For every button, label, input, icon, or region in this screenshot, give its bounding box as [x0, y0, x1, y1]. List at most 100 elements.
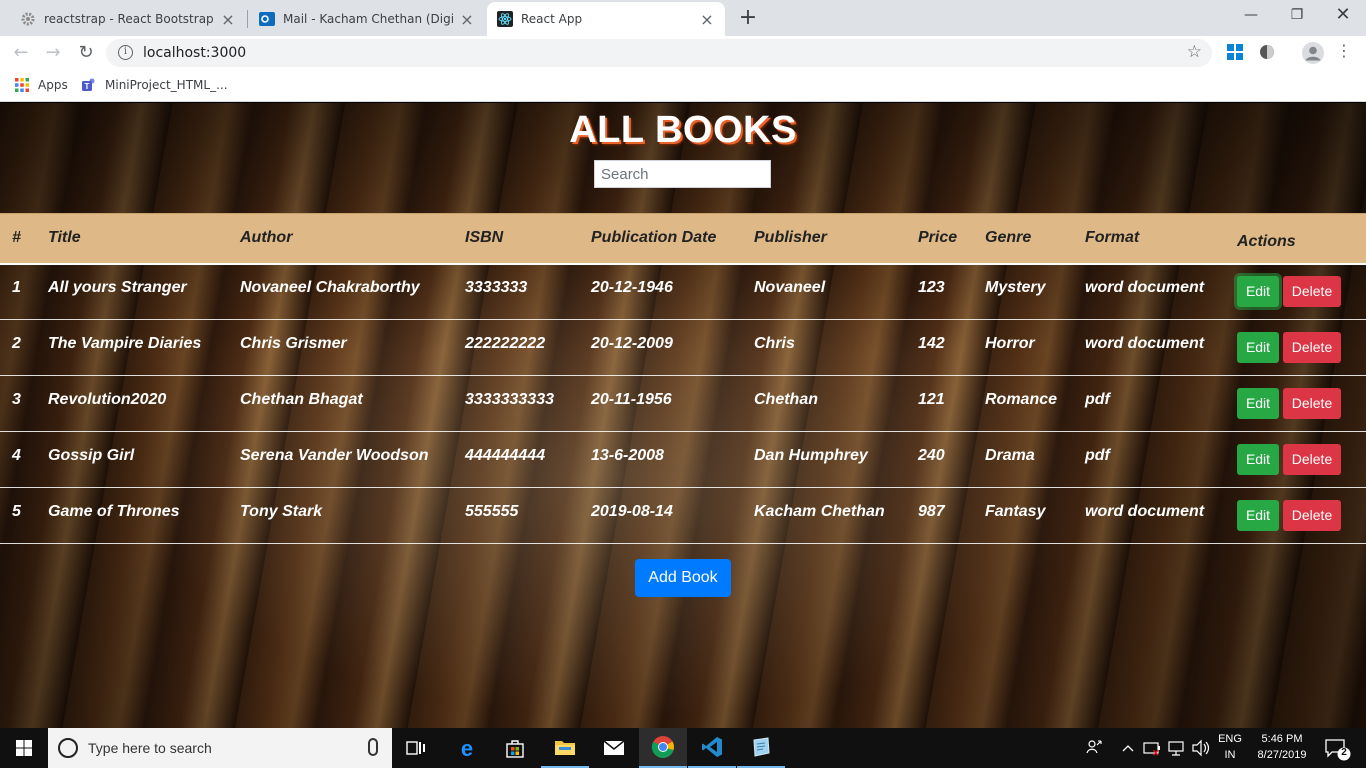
clock-date[interactable]: 8/27/2019: [1250, 749, 1314, 761]
extension-circle-icon[interactable]: [1258, 43, 1276, 61]
delete-button[interactable]: Delete: [1283, 444, 1341, 475]
column-header-actions: Actions: [1237, 213, 1366, 265]
chrome-icon[interactable]: [639, 728, 687, 768]
delete-button[interactable]: Delete: [1283, 332, 1341, 363]
chevron-up-icon[interactable]: [1120, 728, 1136, 768]
cell-number: 5: [12, 502, 21, 520]
bookmark-star-icon[interactable]: ☆: [1187, 42, 1202, 62]
vscode-icon[interactable]: [688, 728, 736, 768]
cell-price: 987: [918, 502, 945, 520]
close-icon[interactable]: ×: [459, 10, 475, 29]
column-header-title: Title: [48, 213, 240, 265]
start-button[interactable]: [0, 728, 48, 768]
notification-count-badge: 2: [1341, 747, 1347, 758]
cell-publisher: Novaneel: [754, 278, 826, 296]
cell-author: Novaneel Chakraborthy: [240, 278, 420, 296]
cell-publisher: Chethan: [754, 390, 818, 408]
profile-avatar-icon[interactable]: [1302, 42, 1324, 64]
people-icon[interactable]: [1084, 728, 1104, 768]
battery-alert-icon[interactable]: ✕: [1142, 728, 1162, 768]
volume-icon[interactable]: [1190, 728, 1212, 768]
close-window-icon[interactable]: ✕: [1320, 0, 1366, 32]
clock-time[interactable]: 5:46 PM: [1250, 733, 1314, 745]
cell-number: 2: [12, 334, 21, 352]
column-header-publication-date: Publication Date: [591, 213, 754, 265]
language-indicator-top[interactable]: ENG: [1214, 733, 1246, 745]
store-icon[interactable]: [491, 728, 539, 768]
cell-price: 121: [918, 390, 945, 408]
delete-button[interactable]: Delete: [1283, 388, 1341, 419]
table-row: 3 Revolution2020 Chethan Bhagat 33333333…: [0, 376, 1366, 432]
cell-actions: Edit Delete: [1237, 320, 1366, 376]
delete-button[interactable]: Delete: [1283, 500, 1341, 531]
tab-react-app[interactable]: React App ×: [487, 2, 725, 36]
edit-button[interactable]: Edit: [1237, 276, 1279, 308]
windows-extension-icon[interactable]: [1226, 43, 1244, 61]
new-tab-button[interactable]: +: [736, 4, 760, 32]
edit-button[interactable]: Edit: [1237, 332, 1279, 363]
table-row: 4 Gossip Girl Serena Vander Woodson 4444…: [0, 432, 1366, 488]
menu-kebab-icon[interactable]: ⋮: [1336, 41, 1352, 60]
taskbar-search-box[interactable]: Type here to search: [48, 728, 392, 768]
edit-button[interactable]: Edit: [1237, 388, 1279, 419]
cell-title: All yours Stranger: [48, 278, 187, 296]
page-title: ALL BOOKS: [569, 109, 797, 151]
bookmark-miniproject[interactable]: T MiniProject_HTML_...: [81, 77, 228, 93]
cell-format: word document: [1085, 502, 1205, 520]
cell-format: word document: [1085, 334, 1205, 352]
forward-arrow-icon[interactable]: →: [40, 40, 66, 66]
close-icon[interactable]: ×: [699, 10, 715, 29]
cell-genre: Romance: [985, 390, 1058, 408]
address-bar[interactable]: i localhost:3000 ☆: [106, 39, 1212, 67]
file-explorer-icon[interactable]: [541, 728, 589, 768]
add-book-button[interactable]: Add Book: [635, 559, 731, 597]
cortana-icon: [58, 738, 78, 758]
column-header-isbn: ISBN: [465, 213, 591, 265]
cell-isbn: 555555: [465, 502, 519, 520]
search-input[interactable]: [594, 160, 771, 188]
microphone-icon[interactable]: [368, 738, 378, 756]
cell-publisher: Kacham Chethan: [754, 502, 885, 520]
cell-genre: Fantasy: [985, 502, 1046, 520]
minimize-icon[interactable]: —: [1228, 0, 1274, 32]
back-arrow-icon[interactable]: ←: [8, 40, 34, 66]
cell-title: Gossip Girl: [48, 446, 135, 464]
url-text: localhost:3000: [143, 45, 247, 61]
cell-author: Chris Grismer: [240, 334, 347, 352]
edge-icon[interactable]: e: [443, 728, 491, 768]
browser-toolbar: ← → ↻ i localhost:3000 ☆ ⋮: [0, 36, 1366, 70]
close-icon[interactable]: ×: [220, 10, 236, 29]
edit-button[interactable]: Edit: [1237, 500, 1279, 531]
notepad-app-icon[interactable]: [737, 728, 785, 768]
cell-number: 3: [12, 390, 21, 408]
tab-mail[interactable]: Mail - Kacham Chethan (Digital) - ×: [249, 2, 485, 36]
cell-number: 1: [12, 278, 21, 296]
language-indicator-bottom[interactable]: IN: [1214, 749, 1246, 761]
tab-divider: [247, 10, 248, 28]
apps-grid-icon: [14, 77, 30, 93]
info-icon[interactable]: i: [118, 45, 133, 60]
cell-title: Revolution2020: [48, 390, 167, 408]
bookmarks-bar: Apps T MiniProject_HTML_...: [0, 70, 1366, 102]
bookmark-label: Apps: [38, 78, 68, 92]
cell-price: 142: [918, 334, 945, 352]
windows-taskbar: Type here to search e ✕ ENG IN 5:46 PM 8…: [0, 728, 1366, 768]
column-header-number: #: [0, 213, 48, 265]
cell-title: The Vampire Diaries: [48, 334, 202, 352]
column-header-author: Author: [240, 213, 465, 265]
column-header-format: Format: [1085, 213, 1237, 265]
mail-icon[interactable]: [590, 728, 638, 768]
tab-reactstrap[interactable]: reactstrap - React Bootstrap 4 co ×: [10, 2, 246, 36]
network-icon[interactable]: [1166, 728, 1186, 768]
task-view-icon[interactable]: [392, 728, 440, 768]
cell-price: 240: [918, 446, 945, 464]
cell-publisher: Chris: [754, 334, 795, 352]
cell-publisher: Dan Humphrey: [754, 446, 868, 464]
bookmark-apps[interactable]: Apps: [14, 77, 68, 93]
edit-button[interactable]: Edit: [1237, 444, 1279, 475]
delete-button[interactable]: Delete: [1283, 276, 1341, 308]
action-center-icon[interactable]: 2: [1318, 728, 1358, 768]
maximize-icon[interactable]: ❐: [1274, 0, 1320, 32]
reload-icon[interactable]: ↻: [73, 40, 99, 66]
outlook-icon: [259, 11, 275, 27]
